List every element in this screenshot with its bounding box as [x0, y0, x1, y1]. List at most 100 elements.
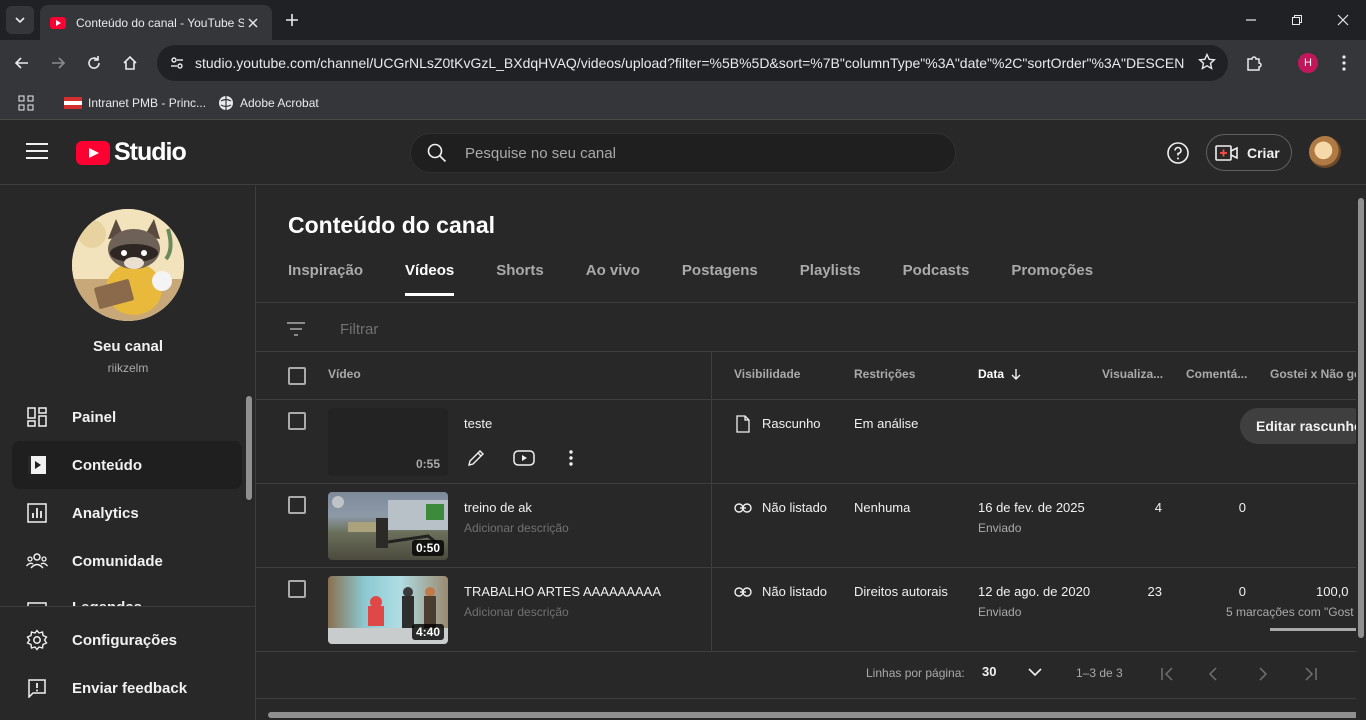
- video-thumbnail[interactable]: 0:55: [328, 408, 448, 476]
- sidebar-item-analytics[interactable]: Analytics: [12, 489, 242, 537]
- create-button[interactable]: Criar: [1206, 134, 1292, 171]
- bookmarks-bar: Intranet PMB - Princ... Adobe Acrobat: [0, 86, 1366, 120]
- tab-shorts[interactable]: Shorts: [496, 262, 544, 296]
- apps-button[interactable]: [18, 92, 34, 114]
- visibility-value[interactable]: Rascunho: [762, 416, 821, 431]
- restrictions-value[interactable]: Direitos autorais: [854, 584, 948, 599]
- chevron-left-icon: [1208, 667, 1217, 681]
- tab-playlists[interactable]: Playlists: [800, 262, 861, 296]
- new-tab-button[interactable]: [280, 8, 304, 32]
- video-description[interactable]: Adicionar descrição: [464, 605, 569, 619]
- tab-postagens[interactable]: Postagens: [682, 262, 758, 296]
- restore-button[interactable]: [1274, 0, 1320, 40]
- column-gostei[interactable]: Gostei x Não go: [1270, 367, 1356, 381]
- edit-draft-button[interactable]: Editar rascunho: [1240, 408, 1356, 444]
- rows-per-page-select[interactable]: 30: [982, 664, 1042, 679]
- extensions-button[interactable]: [1240, 49, 1268, 77]
- restrictions-value: Em análise: [854, 416, 919, 431]
- studio-logo[interactable]: Studio: [76, 138, 187, 167]
- row-checkbox[interactable]: [288, 580, 306, 598]
- home-icon: [123, 55, 137, 70]
- bookmark-adobe-acrobat[interactable]: Adobe Acrobat: [218, 92, 319, 114]
- browser-profile-avatar[interactable]: H: [1298, 53, 1318, 73]
- visibility-value[interactable]: Não listado: [762, 500, 827, 515]
- page-title: Conteúdo do canal: [288, 212, 495, 238]
- account-avatar[interactable]: [1309, 136, 1341, 168]
- url-text[interactable]: studio.youtube.com/channel/UCGrNLsZ0tKvG…: [195, 55, 1185, 71]
- video-title[interactable]: treino de ak: [464, 500, 532, 515]
- tab-promocoes[interactable]: Promoções: [1011, 262, 1093, 296]
- tab-search-button[interactable]: [6, 6, 34, 34]
- video-thumbnail[interactable]: 0:50: [328, 492, 448, 560]
- address-bar[interactable]: studio.youtube.com/channel/UCGrNLsZ0tKvG…: [157, 45, 1228, 81]
- tab-close-button[interactable]: [244, 14, 262, 32]
- channel-search[interactable]: [410, 133, 956, 173]
- sidebar-item-comunidade[interactable]: Comunidade: [12, 537, 242, 585]
- browser-menu-button[interactable]: [1330, 49, 1358, 77]
- globe-icon: [219, 96, 233, 110]
- close-window-button[interactable]: [1320, 0, 1366, 40]
- help-button[interactable]: [1166, 141, 1190, 170]
- select-all-checkbox[interactable]: [288, 367, 306, 385]
- home-button[interactable]: [116, 49, 144, 77]
- reload-button[interactable]: [80, 49, 108, 77]
- search-input[interactable]: [465, 144, 925, 162]
- bookmark-label: Intranet PMB - Princ...: [88, 96, 207, 110]
- link-icon: [734, 584, 752, 602]
- view-on-youtube-button[interactable]: [513, 449, 535, 472]
- options-button[interactable]: [568, 449, 574, 472]
- previous-page-button[interactable]: [1208, 667, 1218, 686]
- tab-videos[interactable]: Vídeos: [405, 262, 455, 296]
- vertical-scrollbar-thumb[interactable]: [1358, 198, 1364, 638]
- channel-avatar[interactable]: [72, 209, 184, 321]
- site-info-button[interactable]: [165, 51, 189, 75]
- column-comentarios[interactable]: Comentá...: [1186, 367, 1247, 381]
- minimize-button[interactable]: [1228, 0, 1274, 40]
- sidebar-item-configuracoes[interactable]: Configurações: [12, 616, 242, 664]
- edit-details-button[interactable]: [466, 448, 486, 473]
- sidebar-item-painel[interactable]: Painel: [12, 393, 242, 441]
- last-page-icon: [1305, 667, 1317, 681]
- visibility-value[interactable]: Não listado: [762, 584, 827, 599]
- sidebar-scrollbar[interactable]: [246, 396, 252, 500]
- arrow-left-icon: [14, 57, 28, 69]
- bookmark-star-button[interactable]: [1197, 52, 1217, 76]
- filter-divider: [256, 351, 1356, 352]
- date-status: Enviado: [978, 521, 1022, 535]
- tab-podcasts[interactable]: Podcasts: [903, 262, 970, 296]
- next-page-button[interactable]: [1258, 667, 1268, 686]
- column-visualizacoes[interactable]: Visualiza...: [1102, 367, 1163, 381]
- filter-bar[interactable]: Filtrar: [286, 314, 378, 344]
- sidebar-item-conteudo[interactable]: Conteúdo: [12, 441, 242, 489]
- tab-ao-vivo[interactable]: Ao vivo: [586, 262, 640, 296]
- column-restricoes[interactable]: Restrições: [854, 367, 915, 381]
- row-divider: [256, 399, 1356, 400]
- back-button[interactable]: [8, 49, 36, 77]
- forward-button[interactable]: [44, 49, 72, 77]
- column-data[interactable]: Data: [978, 367, 1022, 381]
- browser-tab[interactable]: Conteúdo do canal - YouTube Studio: [40, 5, 272, 40]
- close-icon: [248, 18, 258, 27]
- video-description[interactable]: Adicionar descrição: [464, 521, 569, 535]
- sidebar-item-enviar-feedback[interactable]: Enviar feedback: [12, 664, 242, 712]
- video-title[interactable]: teste: [464, 416, 492, 431]
- column-visibilidade[interactable]: Visibilidade: [734, 367, 800, 381]
- chevron-down-icon: [15, 17, 25, 24]
- menu-button[interactable]: [26, 143, 48, 161]
- search-icon: [427, 143, 447, 163]
- video-title[interactable]: TRABALHO ARTES AAAAAAAAA: [464, 584, 661, 599]
- row-checkbox[interactable]: [288, 412, 306, 430]
- column-divider: [711, 352, 712, 652]
- horizontal-scrollbar[interactable]: [268, 712, 1356, 718]
- sidebar-item-legendas[interactable]: Legendas: [12, 585, 242, 607]
- chevron-down-icon: [1028, 667, 1042, 676]
- first-page-icon: [1161, 667, 1173, 681]
- video-thumbnail[interactable]: 4:40: [328, 576, 448, 644]
- last-page-button[interactable]: [1302, 667, 1318, 686]
- sidebar-divider: [0, 606, 255, 607]
- first-page-button[interactable]: [1160, 667, 1176, 686]
- vertical-scrollbar-track[interactable]: [1356, 186, 1366, 720]
- tab-inspiracao[interactable]: Inspiração: [288, 262, 363, 296]
- row-checkbox[interactable]: [288, 496, 306, 514]
- bookmark-intranet[interactable]: Intranet PMB - Princ...: [64, 92, 206, 114]
